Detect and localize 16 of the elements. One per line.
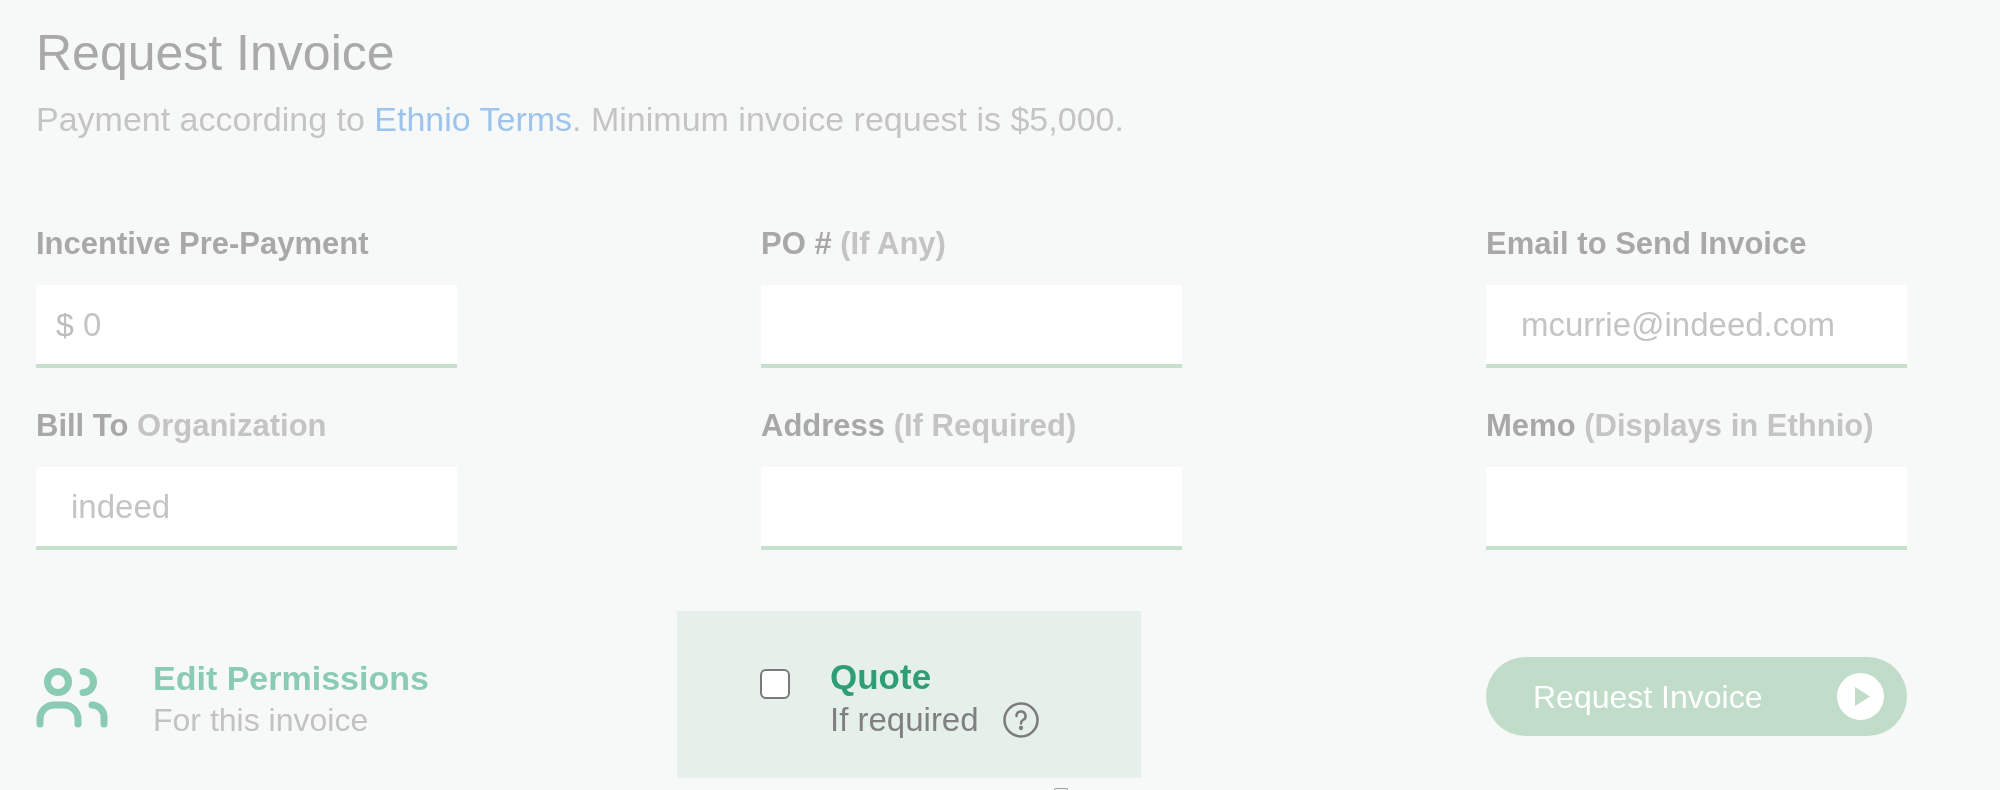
quote-subtitle: If required [830, 700, 979, 740]
quote-title: Quote [830, 657, 932, 697]
field-label: Email to Send Invoice [1486, 226, 1807, 262]
people-icon [36, 668, 108, 728]
help-icon[interactable] [1002, 702, 1039, 738]
input-field[interactable] [1486, 467, 1907, 550]
input-field[interactable]: indeed [36, 467, 457, 550]
page-title: Request Invoice [36, 25, 395, 81]
terms-link[interactable]: Ethnio Terms [374, 100, 573, 138]
play-icon [1837, 673, 1884, 720]
field-label: Incentive Pre-Payment [36, 226, 369, 262]
checkbox[interactable] [760, 669, 790, 699]
input-field[interactable]: mcurrie@indeed.com [1486, 285, 1907, 368]
input-field[interactable] [761, 467, 1182, 550]
input-field[interactable] [761, 285, 1182, 368]
currency-prefix: $ [56, 307, 74, 343]
